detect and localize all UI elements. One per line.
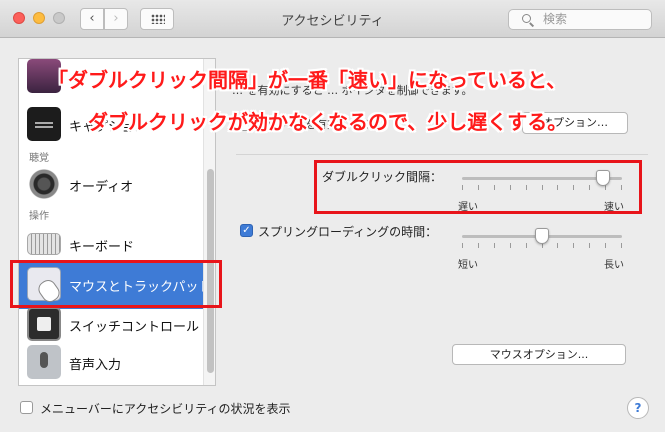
slider-tick xyxy=(573,243,574,248)
title-bar: ‹ › アクセシビリティ 検索 xyxy=(0,0,665,38)
search-icon xyxy=(522,14,531,23)
switch-control-icon xyxy=(27,307,61,341)
caption-icon xyxy=(27,107,61,141)
highlight-mouse-trackpad xyxy=(10,260,222,308)
spring-loading-slider[interactable] xyxy=(462,228,622,252)
slider-tick xyxy=(526,243,527,248)
mouse-options-button[interactable]: マウスオプション... xyxy=(452,344,626,365)
menu-bar-status-checkbox[interactable] xyxy=(20,401,33,414)
slider-tick xyxy=(510,243,511,248)
sidebar-item-label: オーディオ xyxy=(69,180,134,195)
slider-knob[interactable] xyxy=(535,228,549,244)
highlight-double-click xyxy=(314,160,642,214)
spring-loading-checkbox[interactable]: ✓ xyxy=(240,224,253,237)
slider-tick xyxy=(462,243,463,248)
slider-tick xyxy=(494,243,495,248)
menu-bar-status-label: メニューバーにアクセシビリティの状況を表示 xyxy=(40,402,291,416)
sidebar-item-label: 音声入力 xyxy=(69,358,122,373)
slider-tick xyxy=(589,243,590,248)
keyboard-icon xyxy=(27,233,61,255)
sidebar-item-dictation[interactable]: 音声入力 xyxy=(19,339,203,385)
annotation-line-1: 「ダブルクリック間隔」が一番「速い」になっていると、 xyxy=(48,68,567,92)
separator xyxy=(236,154,648,155)
search-placeholder: 検索 xyxy=(543,12,568,26)
speaker-icon xyxy=(27,167,61,201)
annotation-line-2: ダブルクリックが効かなくなるので、少し遅くする。 xyxy=(88,110,568,134)
slider-tick xyxy=(605,243,606,248)
spring-loading-short-label: 短い xyxy=(458,260,478,271)
slider-tick xyxy=(557,243,558,248)
slider-tick xyxy=(478,243,479,248)
help-button[interactable]: ? xyxy=(627,397,649,419)
sidebar-item-label: キーボード xyxy=(69,240,135,255)
sidebar-item-label: スイッチコントロール xyxy=(69,320,200,335)
microphone-icon xyxy=(27,345,61,379)
spring-loading-long-label: 長い xyxy=(604,260,624,271)
slider-tick xyxy=(621,243,622,248)
sidebar-item-audio[interactable]: オーディオ xyxy=(19,161,203,209)
spring-loading-label: スプリングローディングの時間： xyxy=(258,225,438,239)
section-header-interaction: 操作 xyxy=(29,211,49,222)
search-field[interactable]: 検索 xyxy=(508,9,652,30)
